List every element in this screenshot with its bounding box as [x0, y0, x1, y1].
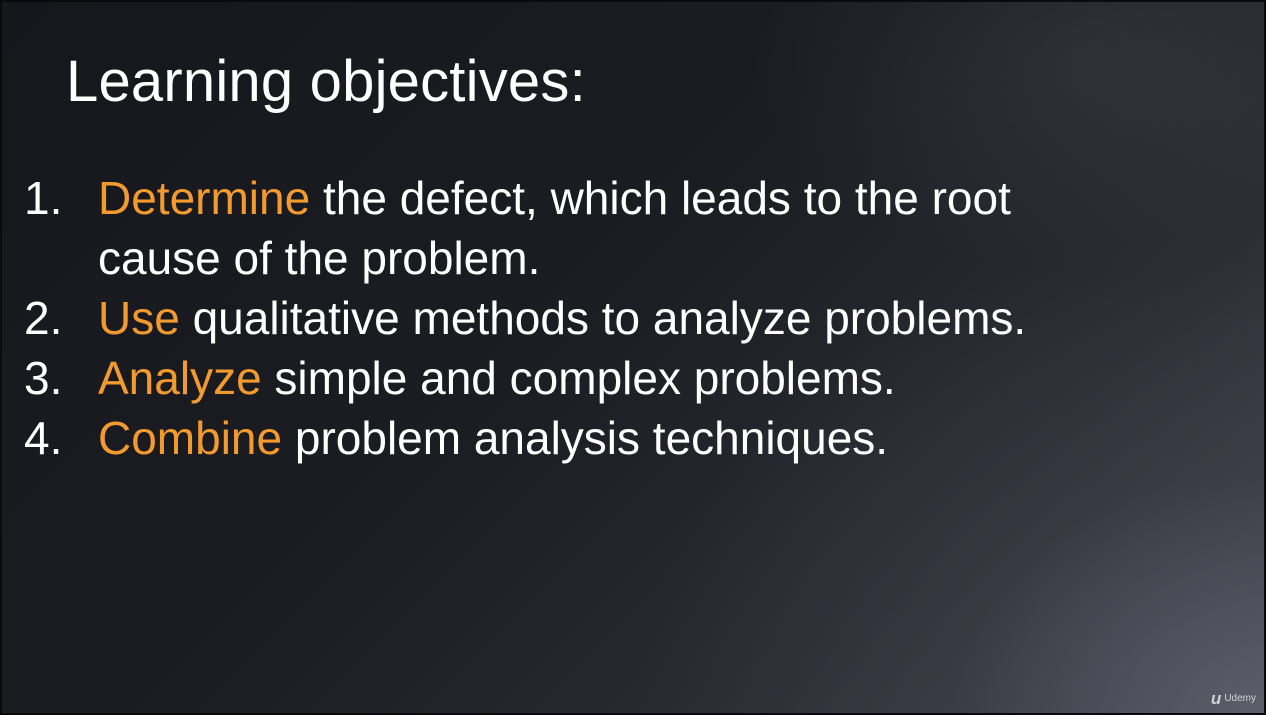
objective-number: 2.: [24, 292, 63, 344]
slide-title: Learning objectives:: [66, 49, 586, 114]
objective-number: 3.: [24, 352, 63, 404]
objective-verb: Combine: [98, 412, 283, 464]
objective-item-4: 4. Combine problem analysis techniques.: [24, 408, 1108, 468]
objective-item-2: 2. Use qualitative methods to analyze pr…: [24, 288, 1108, 348]
objective-text: Use qualitative methods to analyze probl…: [98, 288, 1108, 348]
objective-text: Combine problem analysis techniques.: [98, 408, 1108, 468]
objective-item-1: 1. Determine the defect, which leads to …: [24, 168, 1108, 288]
objectives-list: 1. Determine the defect, which leads to …: [24, 168, 1108, 468]
udemy-logo-text: Udemy: [1224, 692, 1256, 704]
udemy-logo-icon: u: [1210, 689, 1222, 708]
objective-number: 4.: [24, 412, 63, 464]
objective-verb: Determine: [98, 172, 311, 224]
objective-rest: problem analysis techniques.: [282, 412, 889, 464]
objective-number: 1.: [24, 172, 63, 224]
objective-text: Analyze simple and complex problems.: [98, 348, 1108, 408]
slide: Learning objectives: 1. Determine the de…: [0, 0, 1266, 715]
objective-verb: Analyze: [98, 352, 262, 404]
objective-item-3: 3. Analyze simple and complex problems.: [24, 348, 1108, 408]
objective-verb: Use: [98, 292, 180, 344]
objective-rest: qualitative methods to analyze problems.: [179, 292, 1027, 344]
udemy-watermark: u Udemy: [1211, 690, 1256, 707]
objective-rest: simple and complex problems.: [261, 352, 896, 404]
objective-text: Determine the defect, which leads to the…: [98, 168, 1108, 288]
